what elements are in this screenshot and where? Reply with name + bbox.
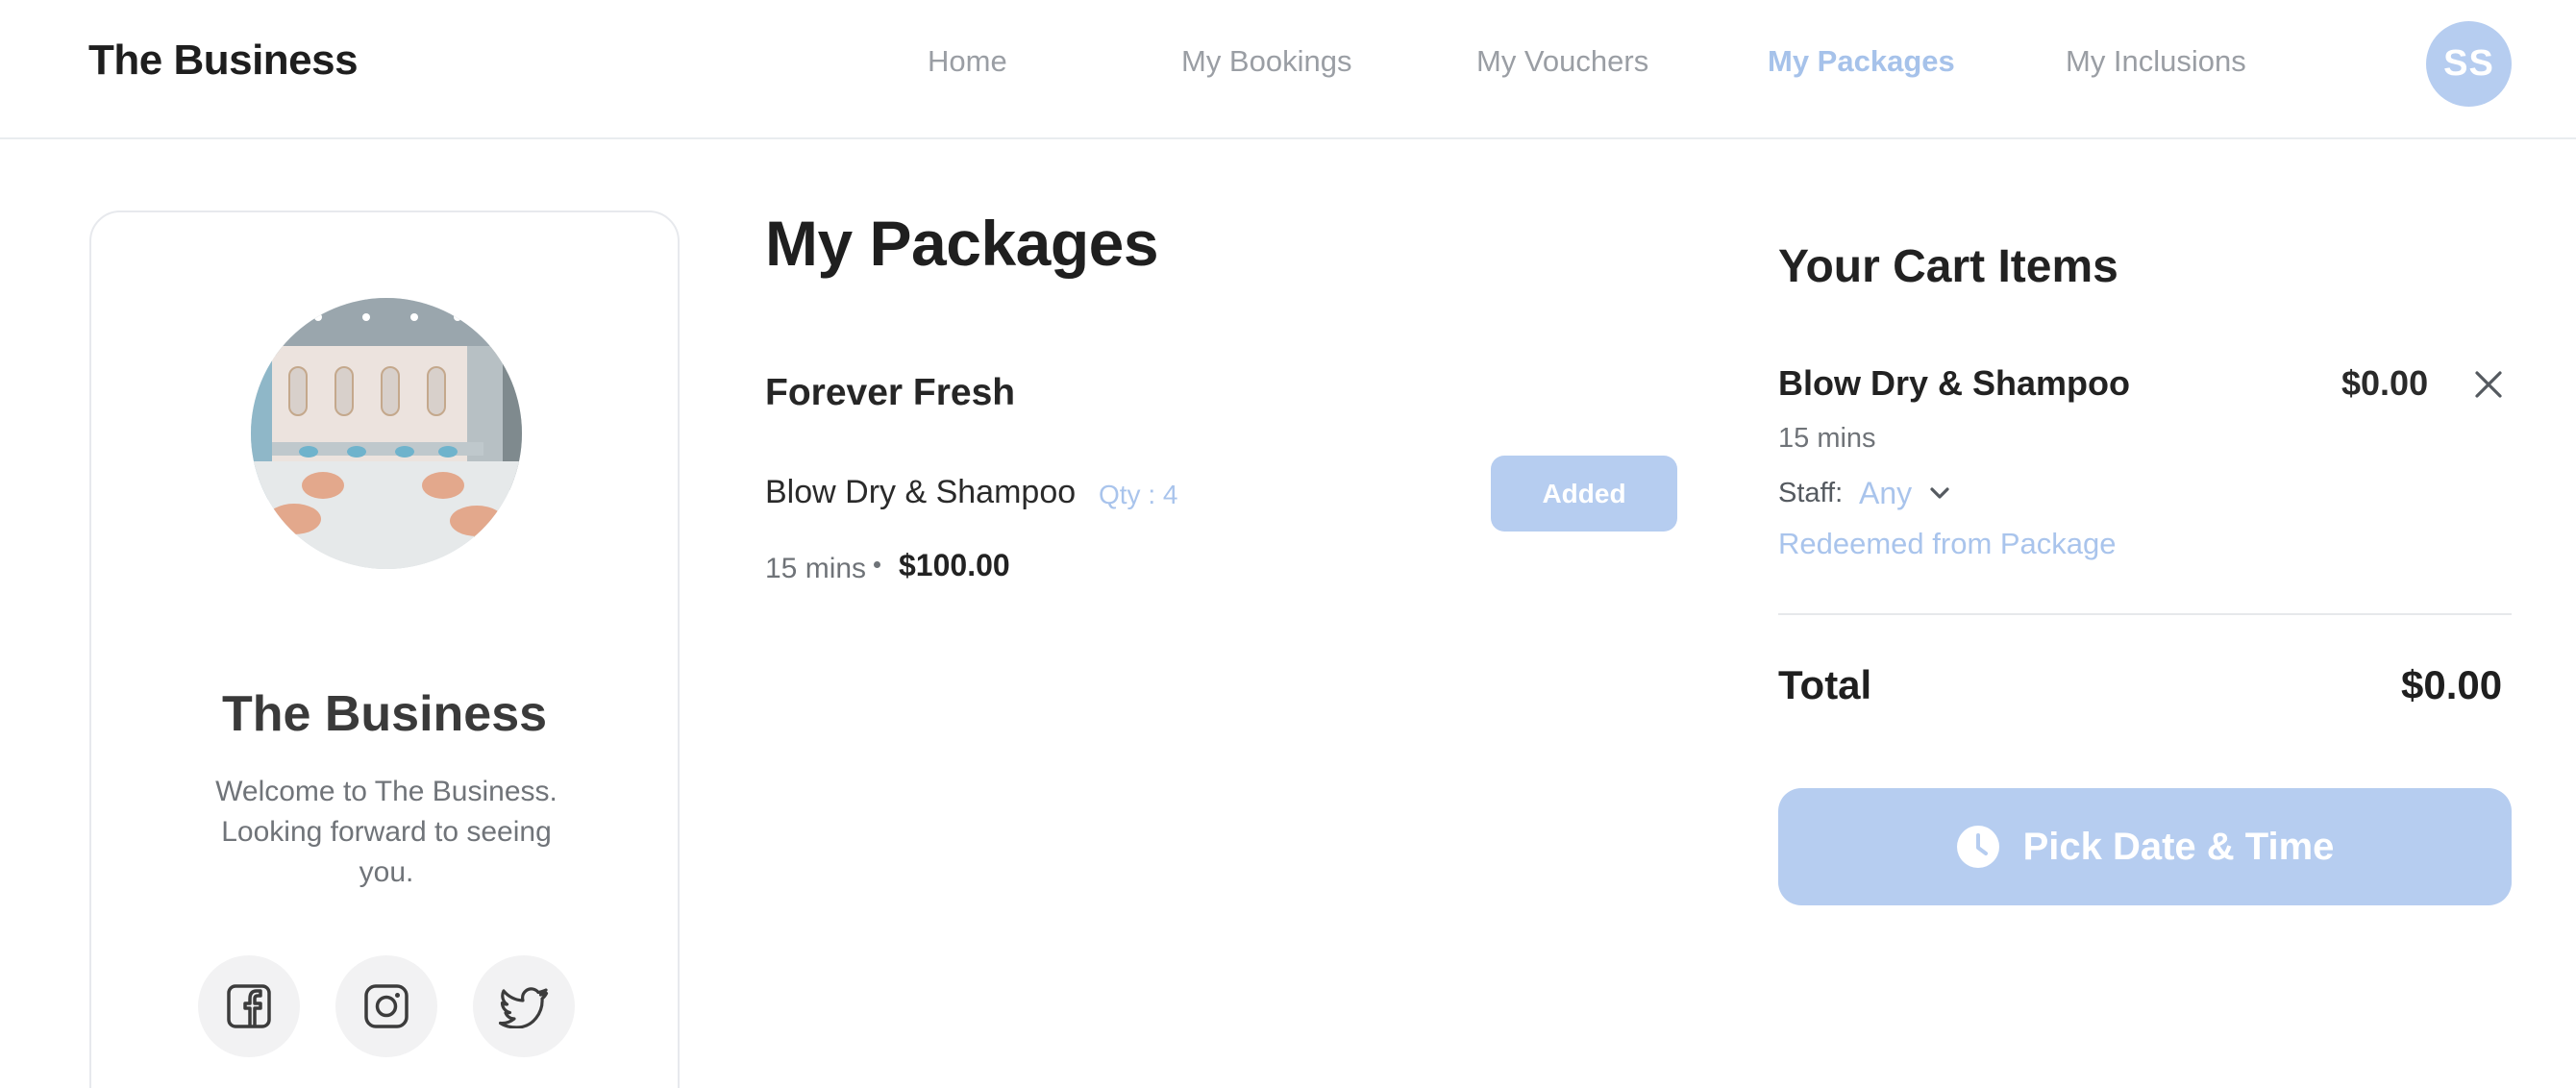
- redeemed-note: Redeemed from Package: [1778, 527, 2117, 560]
- total-label: Total: [1778, 662, 1872, 707]
- package-service-qty: Qty : 4: [1099, 480, 1178, 509]
- package-service-price: $100.00: [899, 548, 1010, 582]
- close-icon: [2475, 371, 2502, 398]
- package-service-duration: 15 mins: [765, 553, 867, 584]
- instagram-icon: [364, 984, 409, 1028]
- added-button[interactable]: Added: [1491, 456, 1677, 532]
- nav-my-packages[interactable]: My Packages: [1768, 44, 1955, 79]
- salon-photo: [251, 298, 522, 569]
- page-title: My Packages: [765, 208, 1159, 279]
- instagram-link[interactable]: [335, 955, 437, 1057]
- total-value: $0.00: [2401, 662, 2503, 707]
- pick-date-time-button[interactable]: Pick Date & Time: [1778, 788, 2512, 905]
- nav-my-vouchers[interactable]: My Vouchers: [1476, 44, 1648, 79]
- staff-label: Staff:: [1778, 478, 1844, 508]
- facebook-icon: [227, 984, 271, 1028]
- staff-value: Any: [1859, 475, 1913, 510]
- facebook-link[interactable]: [198, 955, 300, 1057]
- cart-item-price: $0.00: [2341, 363, 2429, 403]
- welcome-message: Welcome to The Business. Looking forward…: [215, 776, 557, 888]
- business-name: The Business: [221, 686, 548, 742]
- cart-title: Your Cart Items: [1778, 241, 2118, 292]
- twitter-icon: [499, 987, 549, 1028]
- brand-logo-text[interactable]: The Business: [88, 37, 359, 85]
- clock-icon: [1956, 826, 1999, 868]
- package-name: Forever Fresh: [765, 372, 1016, 413]
- nav-home[interactable]: Home: [928, 44, 1007, 79]
- remove-item-button[interactable]: [2471, 367, 2506, 402]
- user-avatar[interactable]: SS: [2426, 21, 2512, 107]
- cart-divider: [1778, 613, 2512, 615]
- cart-item-name: Blow Dry & Shampoo: [1778, 363, 2131, 403]
- business-profile-card: The Business Welcome to The Business. Lo…: [89, 210, 680, 1088]
- nav-my-inclusions[interactable]: My Inclusions: [2066, 44, 2246, 79]
- staff-dropdown[interactable]: Any: [1859, 472, 1950, 514]
- top-header: The Business Home My Bookings My Voucher…: [0, 0, 2576, 139]
- cart-item-duration: 15 mins: [1778, 423, 1876, 454]
- pick-date-time-label: Pick Date & Time: [2022, 825, 2335, 868]
- separator-dot: [874, 561, 880, 568]
- package-service-name: Blow Dry & Shampoo: [765, 474, 1077, 510]
- twitter-link[interactable]: [473, 955, 575, 1057]
- chevron-down-icon: [1930, 487, 1949, 499]
- nav-my-bookings[interactable]: My Bookings: [1181, 44, 1351, 79]
